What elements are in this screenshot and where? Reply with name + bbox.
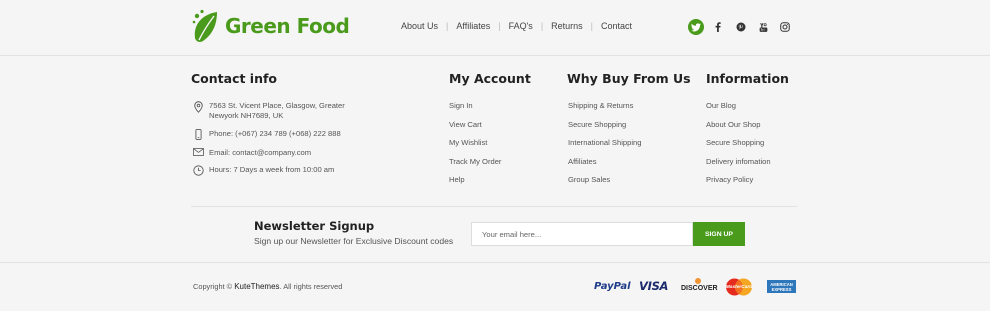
twitter-icon[interactable] [688,19,704,35]
link-help[interactable]: Help [449,175,501,194]
copyright-prefix: Copyright © [193,282,235,291]
link-secure-shopping[interactable]: Secure Shopping [568,120,641,139]
link-my-wishlist[interactable]: My Wishlist [449,138,501,157]
link-international-shipping[interactable]: International Shipping [568,138,641,157]
paypal-icon: PayPal [594,280,631,292]
link-about-shop[interactable]: About Our Shop [706,120,771,139]
contact-phone: Phone: (+067) 234 789 (+068) 222 888 [192,129,341,140]
nav-returns[interactable]: Returns [543,21,591,31]
brand-name: Green Food [225,14,350,38]
facebook-icon[interactable] [710,19,726,35]
hours-text: Hours: 7 Days a week from 10:00 am [209,165,335,174]
address-line-1: 7563 St. Vicent Place, Glasgow, Greater [209,101,345,110]
copyright-text: Copyright © KuteThemes. All rights reser… [193,282,342,291]
copyright-brand-link[interactable]: KuteThemes [234,282,279,291]
copyright-suffix: . All rights reserved [279,282,343,291]
link-sign-in[interactable]: Sign In [449,101,501,120]
phone-text: Phone: (+067) 234 789 (+068) 222 888 [209,129,341,138]
nav-affiliates[interactable]: Affiliates [448,21,498,31]
top-navigation: About Us | Affiliates | FAQ's | Returns … [393,21,640,31]
visa-icon: VISA [639,279,669,293]
sign-up-button[interactable]: SIGN UP [693,222,745,246]
contact-email: Email: contact@company.com [192,148,311,158]
address-line-2: Newyork NH7689, UK [209,111,284,120]
information-title: Information [706,71,789,86]
leaf-logo-icon [192,9,217,42]
my-account-title: My Account [449,71,531,86]
instagram-icon[interactable] [777,19,793,35]
mastercard-icon: MasterCard [725,278,753,296]
nav-faqs[interactable]: FAQ's [501,21,541,31]
why-buy-links: Shipping & Returns Secure Shopping Inter… [568,101,641,194]
nav-about-us[interactable]: About Us [393,21,446,31]
why-buy-title: Why Buy From Us [567,71,691,86]
pinterest-icon[interactable] [733,19,749,35]
mobile-phone-icon [192,129,204,140]
site-logo[interactable]: Green Food [191,8,350,44]
discover-icon: DISCOVER [681,278,718,294]
clock-icon [192,165,204,176]
section-divider [191,206,797,207]
contact-info-title: Contact info [191,71,278,86]
footer-bottom-bar [0,262,990,311]
newsletter-subtitle: Sign up our Newsletter for Exclusive Dis… [254,236,454,246]
location-pin-icon [192,101,204,113]
link-our-blog[interactable]: Our Blog [706,101,771,120]
my-account-links: Sign In View Cart My Wishlist Track My O… [449,101,501,194]
link-secure-shopping-info[interactable]: Secure Shopping [706,138,771,157]
link-view-cart[interactable]: View Cart [449,120,501,139]
link-affiliates[interactable]: Affiliates [568,157,641,176]
header-bar: Green Food About Us | Affiliates | FAQ's… [0,0,990,56]
email-text[interactable]: Email: contact@company.com [209,148,311,158]
link-group-sales[interactable]: Group Sales [568,175,641,194]
information-links: Our Blog About Our Shop Secure Shopping … [706,101,771,194]
contact-hours: Hours: 7 Days a week from 10:00 am [192,165,334,176]
youtube-icon[interactable] [755,19,771,35]
contact-address: 7563 St. Vicent Place, Glasgow, Greater … [192,101,345,121]
link-shipping-returns[interactable]: Shipping & Returns [568,101,641,120]
nav-contact[interactable]: Contact [593,21,640,31]
link-track-order[interactable]: Track My Order [449,157,501,176]
newsletter-email-input[interactable] [471,222,693,246]
newsletter-title: Newsletter Signup [254,219,375,233]
link-delivery-information[interactable]: Delivery infomation [706,157,771,176]
american-express-icon: AMERICAN EXPRESS [767,280,796,293]
envelope-icon [192,148,204,156]
link-privacy-policy[interactable]: Privacy Policy [706,175,771,194]
